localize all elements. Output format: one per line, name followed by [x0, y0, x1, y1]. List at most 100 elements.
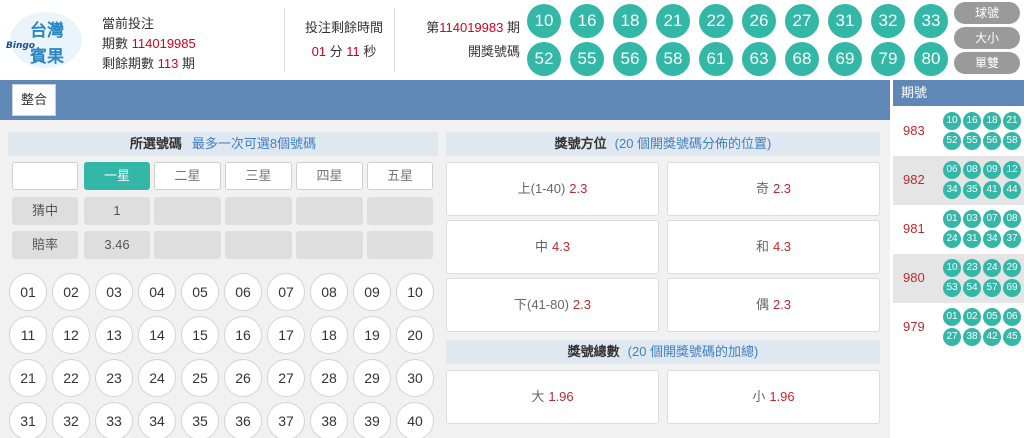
- number-ball[interactable]: 10: [396, 273, 434, 311]
- position-bet-cell[interactable]: 和 4.3: [667, 220, 880, 274]
- history-period: 983: [903, 123, 925, 138]
- number-ball[interactable]: 33: [95, 402, 133, 438]
- history-period: 980: [903, 270, 925, 285]
- number-ball[interactable]: 25: [181, 359, 219, 397]
- star-tab[interactable]: [12, 162, 78, 190]
- number-ball[interactable]: 28: [310, 359, 348, 397]
- sum-title-bar: 獎號總數 (20 個開獎號碼的加總): [446, 340, 880, 364]
- history-ball: 18: [983, 112, 1001, 130]
- sum-bet-cell[interactable]: 大 1.96: [446, 370, 659, 424]
- draw-number-ball: 33: [914, 4, 948, 38]
- draw-number-ball: 26: [742, 4, 776, 38]
- position-hint: (20 個開獎號碼分佈的位置): [614, 136, 772, 151]
- number-ball[interactable]: 35: [181, 402, 219, 438]
- number-ball[interactable]: 08: [310, 273, 348, 311]
- remaining-periods: 剩餘期數 113 期: [102, 56, 196, 71]
- history-row[interactable]: 981 01 03 07 08 24 31 34 37: [893, 205, 1024, 254]
- history-row[interactable]: 979 01 02 05 06 27 38 42 45: [893, 303, 1024, 352]
- bet-label: 大: [531, 389, 545, 404]
- number-ball[interactable]: 37: [267, 402, 305, 438]
- number-ball[interactable]: 12: [52, 316, 90, 354]
- star-tab[interactable]: 二星: [154, 162, 221, 190]
- number-ball[interactable]: 26: [224, 359, 262, 397]
- number-ball[interactable]: 18: [310, 316, 348, 354]
- number-ball[interactable]: 01: [9, 273, 47, 311]
- bet-odds: 2.3: [569, 181, 588, 196]
- number-ball[interactable]: 19: [353, 316, 391, 354]
- view-button[interactable]: 球號: [954, 2, 1020, 24]
- history-ball: 10: [943, 259, 961, 277]
- number-ball[interactable]: 38: [310, 402, 348, 438]
- number-ball[interactable]: 04: [138, 273, 176, 311]
- star-tab[interactable]: 五星: [367, 162, 433, 190]
- number-ball[interactable]: 34: [138, 402, 176, 438]
- number-ball[interactable]: 40: [396, 402, 434, 438]
- history-row[interactable]: 982 06 08 09 12 34 35 41 44: [893, 156, 1024, 205]
- number-ball[interactable]: 16: [224, 316, 262, 354]
- position-title-bar: 獎號方位 (20 個開獎號碼分佈的位置): [446, 132, 880, 156]
- number-ball[interactable]: 32: [52, 402, 90, 438]
- number-ball[interactable]: 31: [9, 402, 47, 438]
- toolbar-band: [0, 80, 890, 120]
- sum-bet-cell[interactable]: 小 1.96: [667, 370, 880, 424]
- draw-number-ball: 79: [871, 42, 905, 76]
- history-ball: 06: [1003, 308, 1021, 326]
- odds_row-value: [225, 231, 292, 259]
- number-ball[interactable]: 30: [396, 359, 434, 397]
- number-ball[interactable]: 29: [353, 359, 391, 397]
- position-bet-cell[interactable]: 中 4.3: [446, 220, 659, 274]
- draw-number-ball: 58: [656, 42, 690, 76]
- tab-integrated[interactable]: 整合: [12, 84, 56, 116]
- divider: [284, 8, 285, 72]
- position-bet-cell[interactable]: 上(1-40) 2.3: [446, 162, 659, 216]
- number-ball[interactable]: 03: [95, 273, 133, 311]
- history-ball: 09: [983, 161, 1001, 179]
- view-button[interactable]: 大小: [954, 27, 1020, 49]
- draw-number-ball: 56: [613, 42, 647, 76]
- number-ball[interactable]: 09: [353, 273, 391, 311]
- draw-number-ball: 31: [828, 4, 862, 38]
- history-ball: 08: [963, 161, 981, 179]
- number-ball[interactable]: 05: [181, 273, 219, 311]
- history-ball: 37: [1003, 230, 1021, 248]
- hit_row-value: [296, 197, 363, 225]
- history-ball: 53: [943, 279, 961, 297]
- number-ball[interactable]: 22: [52, 359, 90, 397]
- history-ball: 69: [1003, 279, 1021, 297]
- position-bet-cell[interactable]: 偶 2.3: [667, 278, 880, 332]
- star-tab[interactable]: 一星: [84, 162, 150, 190]
- svg-text:台灣: 台灣: [30, 20, 64, 41]
- number-ball[interactable]: 07: [267, 273, 305, 311]
- countdown-timer: 投注剩餘時間 01 分 11 秒: [298, 16, 390, 64]
- history-ball: 56: [983, 132, 1001, 150]
- number-ball[interactable]: 17: [267, 316, 305, 354]
- selection-hint: 最多一次可選8個號碼: [191, 136, 317, 151]
- draw-number-ball: 69: [828, 42, 862, 76]
- number-ball[interactable]: 27: [267, 359, 305, 397]
- number-ball[interactable]: 21: [9, 359, 47, 397]
- number-ball[interactable]: 02: [52, 273, 90, 311]
- number-ball[interactable]: 24: [138, 359, 176, 397]
- number-ball[interactable]: 15: [181, 316, 219, 354]
- draw-number-ball: 32: [871, 4, 905, 38]
- number-ball[interactable]: 11: [9, 316, 47, 354]
- position-bet-cell[interactable]: 下(41-80) 2.3: [446, 278, 659, 332]
- history-row[interactable]: 980 10 23 24 29 53 54 57 69: [893, 254, 1024, 303]
- view-button[interactable]: 單雙: [954, 52, 1020, 74]
- number-ball[interactable]: 39: [353, 402, 391, 438]
- number-ball[interactable]: 13: [95, 316, 133, 354]
- number-ball[interactable]: 14: [138, 316, 176, 354]
- number-ball[interactable]: 06: [224, 273, 262, 311]
- draw-number-ball: 52: [527, 42, 561, 76]
- history-period: 979: [903, 319, 925, 334]
- number-ball[interactable]: 20: [396, 316, 434, 354]
- position-bet-cell[interactable]: 奇 2.3: [667, 162, 880, 216]
- number-ball[interactable]: 23: [95, 359, 133, 397]
- star-tab[interactable]: 四星: [296, 162, 363, 190]
- number-ball[interactable]: 36: [224, 402, 262, 438]
- countdown-label: 投注剩餘時間: [304, 20, 383, 35]
- bet-odds: 2.3: [772, 297, 792, 312]
- history-row[interactable]: 983 10 16 18 21 52 55 56 58: [893, 107, 1024, 156]
- star-tab[interactable]: 三星: [225, 162, 292, 190]
- history-ball: 35: [963, 181, 981, 199]
